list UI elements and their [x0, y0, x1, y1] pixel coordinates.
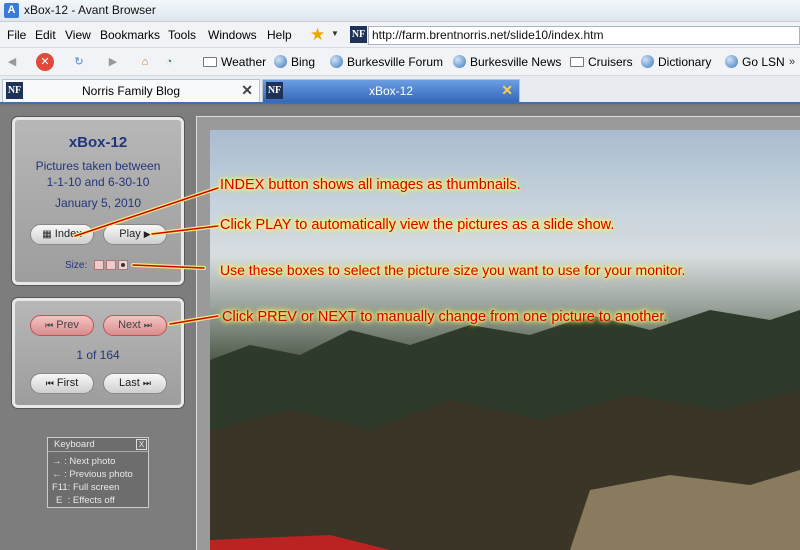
annotation-play: Click PLAY to automatically view the pic… [220, 217, 615, 233]
annotation-prev-next: Click PREV or NEXT to manually change fr… [222, 309, 668, 325]
annotation-index: INDEX button shows all images as thumbna… [220, 177, 521, 193]
annotation-size: Use these boxes to select the picture si… [220, 262, 686, 278]
